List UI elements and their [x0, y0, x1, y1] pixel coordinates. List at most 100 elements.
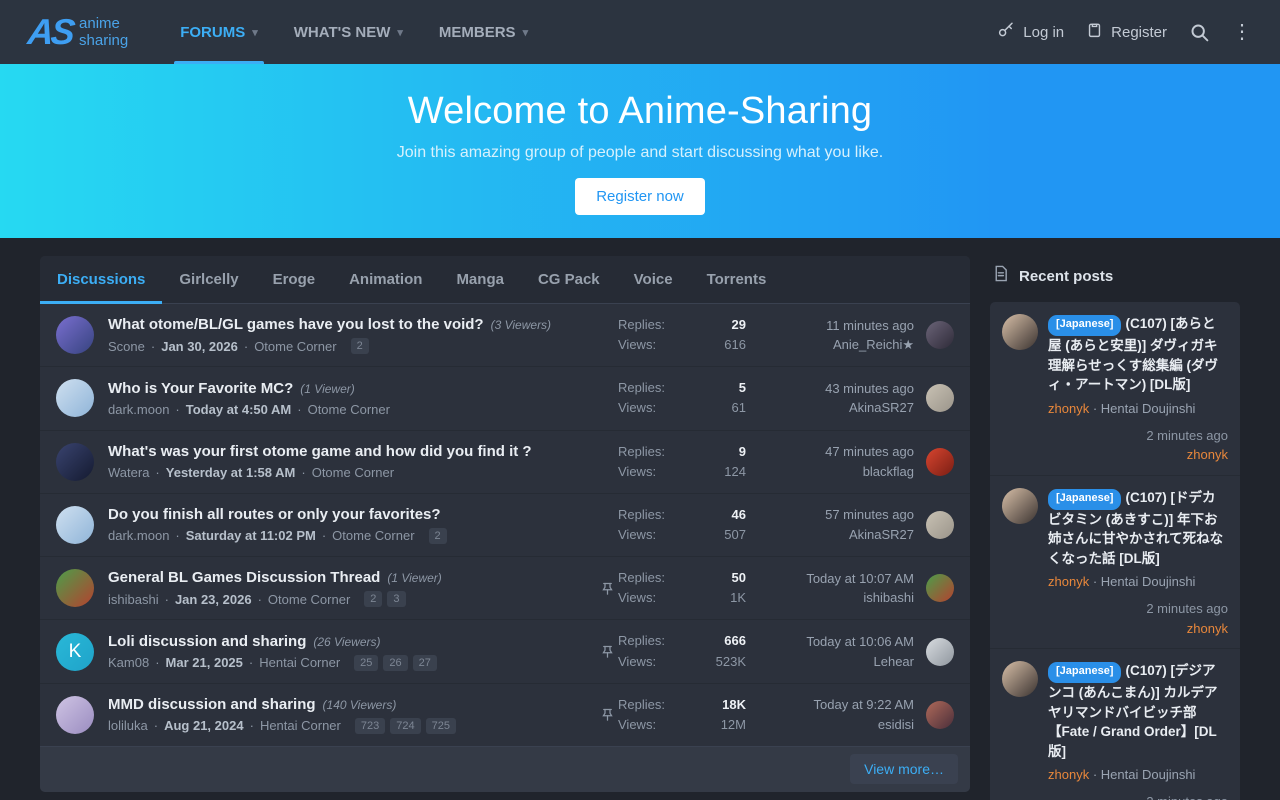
last-user-avatar[interactable] [926, 448, 954, 476]
recent-post-author[interactable]: zhonyk [1048, 767, 1089, 782]
tab-discussions[interactable]: Discussions [40, 256, 162, 303]
last-time[interactable]: Today at 10:06 AM [746, 632, 914, 652]
recent-post-time-user[interactable]: zhonyk [1048, 619, 1228, 639]
thread-title[interactable]: Who is Your Favorite MC? [108, 380, 293, 397]
page-badge[interactable]: 725 [426, 718, 456, 734]
thread-list: What otome/BL/GL games have you lost to … [40, 304, 970, 746]
page-badge[interactable]: 2 [429, 528, 447, 544]
last-user-avatar[interactable] [926, 384, 954, 412]
search-icon[interactable] [1189, 22, 1210, 43]
thread-author[interactable]: Kam08 [108, 655, 149, 670]
page-badge[interactable]: 2 [364, 591, 382, 607]
page-badge[interactable]: 2 [351, 338, 369, 354]
nav-item-forums[interactable]: FORUMS ▾ [162, 0, 276, 64]
thread-forum[interactable]: Hentai Corner [260, 718, 341, 733]
thread-main: Who is Your Favorite MC? (1 Viewer) dark… [94, 380, 618, 417]
tab-eroge[interactable]: Eroge [256, 256, 333, 303]
page-badge[interactable]: 27 [413, 655, 437, 671]
more-menu-icon[interactable]: ⋮ [1232, 22, 1252, 42]
recent-post-forum[interactable]: Hentai Doujinshi [1101, 401, 1196, 416]
last-time[interactable]: 47 minutes ago [746, 442, 914, 462]
thread-forum[interactable]: Otome Corner [268, 592, 350, 607]
avatar[interactable] [56, 443, 94, 481]
last-user-avatar[interactable] [926, 574, 954, 602]
tab-animation[interactable]: Animation [332, 256, 439, 303]
tab-cg-pack[interactable]: CG Pack [521, 256, 617, 303]
tab-torrents[interactable]: Torrents [690, 256, 784, 303]
last-user-avatar[interactable] [926, 321, 954, 349]
last-user[interactable]: esidisi [746, 715, 914, 735]
page-badge[interactable]: 26 [383, 655, 407, 671]
thread-title[interactable]: What otome/BL/GL games have you lost to … [108, 316, 484, 333]
recent-post-title[interactable]: [Japanese](C107) [デジアンコ (あんこまん)] カルデアヤリマ… [1048, 661, 1228, 761]
thread-meta: Watera · Yesterday at 1:58 AM · Otome Co… [108, 465, 604, 480]
chevron-down-icon: ▾ [252, 26, 258, 39]
tab-manga[interactable]: Manga [439, 256, 521, 303]
thread-author[interactable]: dark.moon [108, 528, 169, 543]
avatar[interactable] [56, 379, 94, 417]
last-user[interactable]: Lehear [746, 652, 914, 672]
thread-title[interactable]: What's was your first otome game and how… [108, 443, 532, 460]
thread-title[interactable]: MMD discussion and sharing [108, 696, 316, 713]
last-user[interactable]: blackflag [746, 462, 914, 482]
avatar[interactable] [1002, 488, 1038, 524]
thread-author[interactable]: Scone [108, 339, 145, 354]
last-user[interactable]: AkinaSR27 [746, 398, 914, 418]
recent-post-author[interactable]: zhonyk [1048, 401, 1089, 416]
last-user[interactable]: Anie_Reichi★ [746, 335, 914, 355]
avatar[interactable] [56, 696, 94, 734]
login-button[interactable]: Log in [997, 21, 1064, 43]
nav-item-whats-new[interactable]: WHAT'S NEW ▾ [276, 0, 421, 64]
recent-post-title[interactable]: [Japanese](C107) [あらと屋 (あらと安里)] ダヴィガキ理解ら… [1048, 314, 1228, 395]
page-badge[interactable]: 3 [387, 591, 405, 607]
register-now-button[interactable]: Register now [575, 178, 705, 215]
tab-voice[interactable]: Voice [617, 256, 690, 303]
avatar[interactable] [56, 506, 94, 544]
avatar[interactable] [56, 316, 94, 354]
avatar[interactable]: K [56, 633, 94, 671]
replies-value: 46 [732, 505, 746, 525]
thread-stats: Replies: 29 Views: 616 [618, 315, 746, 355]
thread-author[interactable]: loliluka [108, 718, 148, 733]
thread-title[interactable]: General BL Games Discussion Thread [108, 569, 380, 586]
thread-date: Saturday at 11:02 PM [186, 528, 316, 543]
recent-post-forum[interactable]: Hentai Doujinshi [1101, 767, 1196, 782]
tab-girlcelly[interactable]: Girlcelly [162, 256, 255, 303]
last-user-avatar[interactable] [926, 701, 954, 729]
nav-item-members[interactable]: MEMBERS ▾ [421, 0, 546, 64]
view-more-link[interactable]: View more… [850, 754, 958, 784]
page-badge[interactable]: 25 [354, 655, 378, 671]
last-user-avatar[interactable] [926, 511, 954, 539]
avatar[interactable] [56, 569, 94, 607]
avatar[interactable] [1002, 314, 1038, 350]
thread-date: Yesterday at 1:58 AM [166, 465, 296, 480]
register-button[interactable]: Register [1086, 21, 1167, 43]
page-badge[interactable]: 723 [355, 718, 385, 734]
last-time[interactable]: 11 minutes ago [746, 316, 914, 336]
recent-post-title[interactable]: [Japanese](C107) [ドデカビタミン (あきすこ)] 年下お姉さん… [1048, 488, 1228, 569]
last-user[interactable]: AkinaSR27 [746, 525, 914, 545]
last-user-avatar[interactable] [926, 638, 954, 666]
last-time[interactable]: Today at 9:22 AM [746, 695, 914, 715]
brand-logo[interactable]: AS anime sharing [28, 0, 128, 64]
thread-title[interactable]: Loli discussion and sharing [108, 633, 306, 650]
recent-post-time-user[interactable]: zhonyk [1048, 445, 1228, 465]
last-time[interactable]: Today at 10:07 AM [746, 569, 914, 589]
avatar[interactable] [1002, 661, 1038, 697]
thread-main: Do you finish all routes or only your fa… [94, 506, 618, 544]
thread-author[interactable]: ishibashi [108, 592, 159, 607]
thread-forum[interactable]: Otome Corner [332, 528, 414, 543]
last-user[interactable]: ishibashi [746, 588, 914, 608]
thread-forum[interactable]: Otome Corner [254, 339, 336, 354]
recent-post-author[interactable]: zhonyk [1048, 574, 1089, 589]
recent-post-forum[interactable]: Hentai Doujinshi [1101, 574, 1196, 589]
thread-forum[interactable]: Otome Corner [308, 402, 390, 417]
thread-title[interactable]: Do you finish all routes or only your fa… [108, 506, 441, 523]
thread-author[interactable]: Watera [108, 465, 149, 480]
last-time[interactable]: 57 minutes ago [746, 505, 914, 525]
page-badge[interactable]: 724 [390, 718, 420, 734]
last-time[interactable]: 43 minutes ago [746, 379, 914, 399]
thread-forum[interactable]: Otome Corner [312, 465, 394, 480]
thread-author[interactable]: dark.moon [108, 402, 169, 417]
thread-forum[interactable]: Hentai Corner [259, 655, 340, 670]
